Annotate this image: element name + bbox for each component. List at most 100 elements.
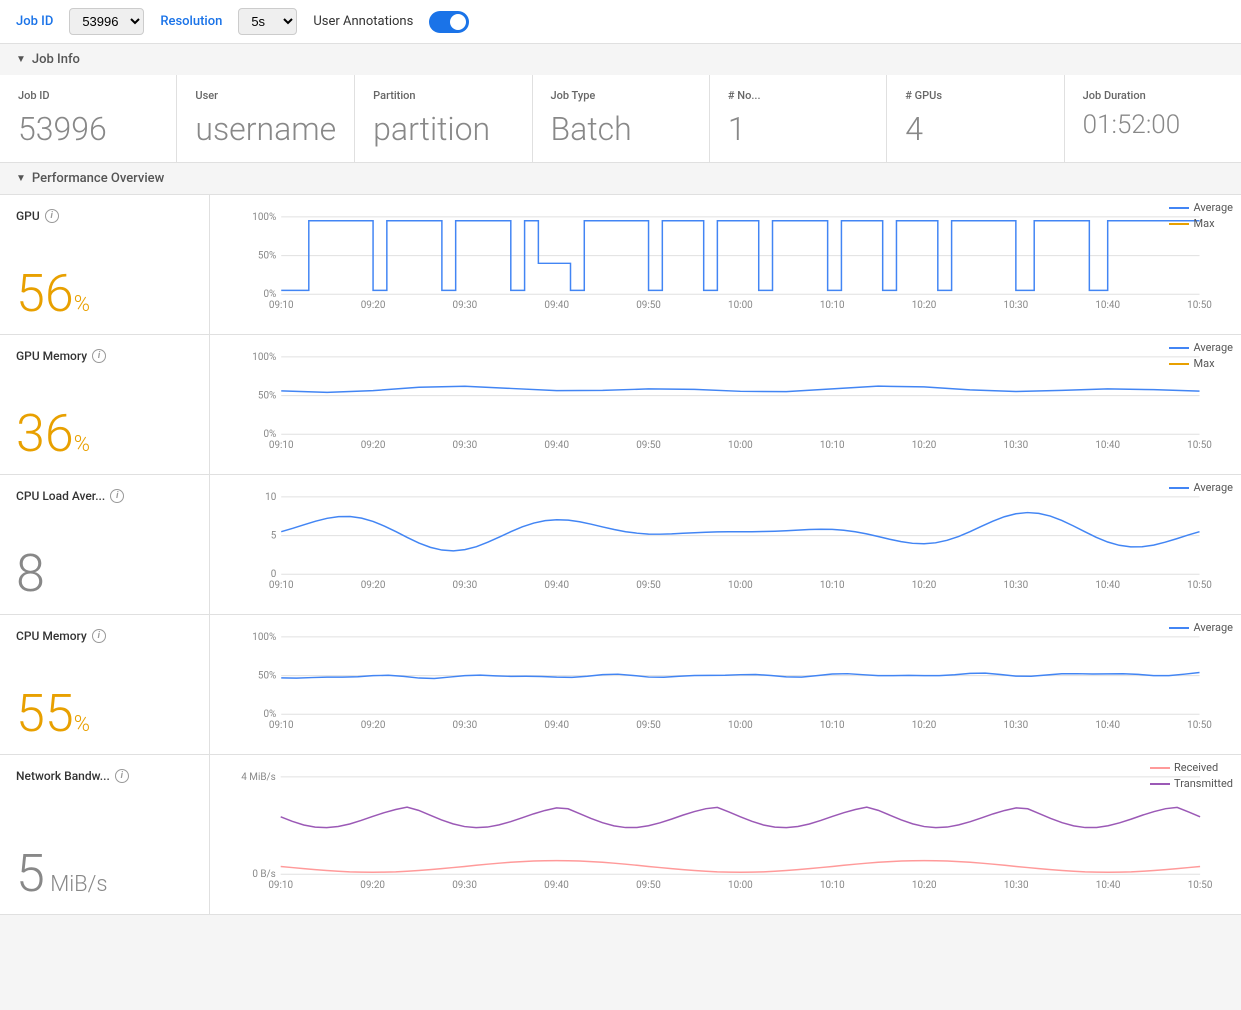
info-label-job-type: Job Type [551, 89, 691, 102]
svg-text:10:00: 10:00 [728, 580, 753, 591]
metric-title: CPU Memoryi [16, 629, 193, 643]
info-icon[interactable]: i [110, 489, 124, 503]
svg-text:09:10: 09:10 [269, 580, 294, 591]
svg-text:09:20: 09:20 [361, 300, 386, 311]
resolution-select[interactable]: 5s 10s 30s [238, 8, 297, 35]
info-icon[interactable]: i [115, 769, 129, 783]
metric-value: 5 MiB/s [16, 848, 193, 900]
svg-text:10:00: 10:00 [728, 720, 753, 731]
metric-title-text: GPU [16, 209, 40, 223]
svg-text:10:50: 10:50 [1187, 720, 1212, 731]
svg-text:09:50: 09:50 [636, 300, 661, 311]
metric-value: 56% [16, 268, 193, 320]
chart-legend: Average [1169, 621, 1233, 634]
metric-title: GPU Memory i [16, 349, 193, 363]
svg-text:10:30: 10:30 [1004, 880, 1029, 891]
job-info-title: Job Info [32, 52, 80, 67]
svg-text:09:30: 09:30 [453, 580, 478, 591]
svg-text:50%: 50% [258, 251, 276, 262]
legend-item: Average [1169, 201, 1233, 214]
svg-text:10:10: 10:10 [820, 880, 845, 891]
svg-text:10:40: 10:40 [1096, 880, 1121, 891]
svg-text:5: 5 [271, 531, 277, 542]
svg-text:09:20: 09:20 [361, 580, 386, 591]
svg-text:10:30: 10:30 [1004, 300, 1029, 311]
svg-text:09:10: 09:10 [269, 720, 294, 731]
svg-text:09:40: 09:40 [544, 440, 569, 451]
info-label-gpus: # GPUs [905, 89, 1045, 102]
svg-text:09:40: 09:40 [544, 720, 569, 731]
svg-text:10:10: 10:10 [820, 440, 845, 451]
metric-left-network: Network Bandw... i 5 MiB/s [0, 755, 210, 914]
svg-text:09:10: 09:10 [269, 300, 294, 311]
info-icon[interactable]: i [92, 629, 106, 643]
annotations-label: User Annotations [313, 14, 413, 29]
svg-text:09:20: 09:20 [361, 720, 386, 731]
svg-text:10:00: 10:00 [728, 880, 753, 891]
svg-text:4 MiB/s: 4 MiB/s [241, 772, 275, 783]
legend-item: Transmitted [1150, 777, 1233, 790]
metric-title-text: Network Bandw... [16, 769, 110, 783]
metric-row-gpu_memory: GPU Memoryi36%100%50%0%09:1009:2009:3009… [0, 335, 1241, 475]
info-label-nodes: # No... [728, 89, 868, 102]
metric-left-cpu_memory: CPU Memoryi55% [0, 615, 210, 754]
metric-value: 8 [16, 548, 193, 600]
info-card-duration: Job Duration 01:52:00 [1065, 75, 1241, 162]
svg-text:10:20: 10:20 [912, 300, 937, 311]
svg-text:10:40: 10:40 [1095, 720, 1120, 731]
info-icon[interactable]: i [92, 349, 106, 363]
chart-legend: Average Max [1169, 201, 1233, 230]
svg-text:10:30: 10:30 [1004, 440, 1029, 451]
svg-text:09:10: 09:10 [268, 880, 293, 891]
legend-item: Max [1169, 217, 1233, 230]
annotations-toggle[interactable] [429, 11, 469, 33]
chart-legend: Average [1169, 481, 1233, 494]
svg-text:09:20: 09:20 [361, 440, 386, 451]
job-info-section-header[interactable]: ▼ Job Info [0, 44, 1241, 75]
metric-left-gpu_memory: GPU Memoryi36% [0, 335, 210, 474]
metric-title: GPU i [16, 209, 193, 223]
info-icon[interactable]: i [45, 209, 59, 223]
svg-text:10:00: 10:00 [728, 440, 753, 451]
chevron-icon: ▼ [16, 54, 26, 65]
info-card-partition: Partition partition [355, 75, 532, 162]
info-card-job-type: Job Type Batch [533, 75, 710, 162]
info-value-duration: 01:52:00 [1083, 110, 1223, 140]
legend-item: Received [1150, 761, 1233, 774]
metric-title-text: GPU Memory [16, 349, 87, 363]
svg-text:10:10: 10:10 [820, 580, 845, 591]
svg-text:10:00: 10:00 [728, 300, 753, 311]
svg-text:10:10: 10:10 [820, 720, 845, 731]
metric-row-cpu_memory: CPU Memoryi55%100%50%0%09:1009:2009:3009… [0, 615, 1241, 755]
info-label-duration: Job Duration [1083, 89, 1223, 102]
svg-text:10:10: 10:10 [820, 300, 845, 311]
legend-item: Average [1169, 481, 1233, 494]
svg-text:10:50: 10:50 [1187, 300, 1212, 311]
svg-text:09:40: 09:40 [544, 580, 569, 591]
svg-text:09:30: 09:30 [452, 880, 477, 891]
svg-text:09:40: 09:40 [544, 300, 569, 311]
svg-text:10:20: 10:20 [912, 720, 937, 731]
metric-row-cpu_load: CPU Load Aver...i8105009:1009:2009:3009:… [0, 475, 1241, 615]
info-card-nodes: # No... 1 [710, 75, 887, 162]
svg-text:100%: 100% [252, 632, 276, 643]
info-value-job-id: 53996 [18, 110, 158, 148]
svg-text:09:20: 09:20 [360, 880, 385, 891]
svg-text:100%: 100% [252, 212, 276, 223]
metric-title: CPU Load Aver...i [16, 489, 193, 503]
job-id-select[interactable]: 53996 [69, 8, 144, 35]
metric-chart-network: 4 MiB/s0 B/s09:1009:2009:3009:4009:5010:… [210, 755, 1241, 914]
metric-left-cpu_load: CPU Load Aver...i 8 [0, 475, 210, 614]
svg-text:50%: 50% [258, 391, 276, 402]
perf-section-header[interactable]: ▼ Performance Overview [0, 163, 1241, 195]
info-label-job-id: Job ID [18, 89, 158, 102]
metric-chart-gpu: 100%50%0%09:1009:2009:3009:4009:5010:001… [210, 195, 1241, 334]
legend-item: Average [1169, 621, 1233, 634]
resolution-label: Resolution [160, 14, 222, 29]
svg-text:09:50: 09:50 [636, 880, 661, 891]
perf-chevron-icon: ▼ [16, 173, 26, 184]
svg-text:09:50: 09:50 [636, 720, 661, 731]
metric-left-gpu: GPU i 56% [0, 195, 210, 334]
svg-text:10:20: 10:20 [912, 580, 937, 591]
job-info-grid: Job ID 53996 User username Partition par… [0, 75, 1241, 163]
